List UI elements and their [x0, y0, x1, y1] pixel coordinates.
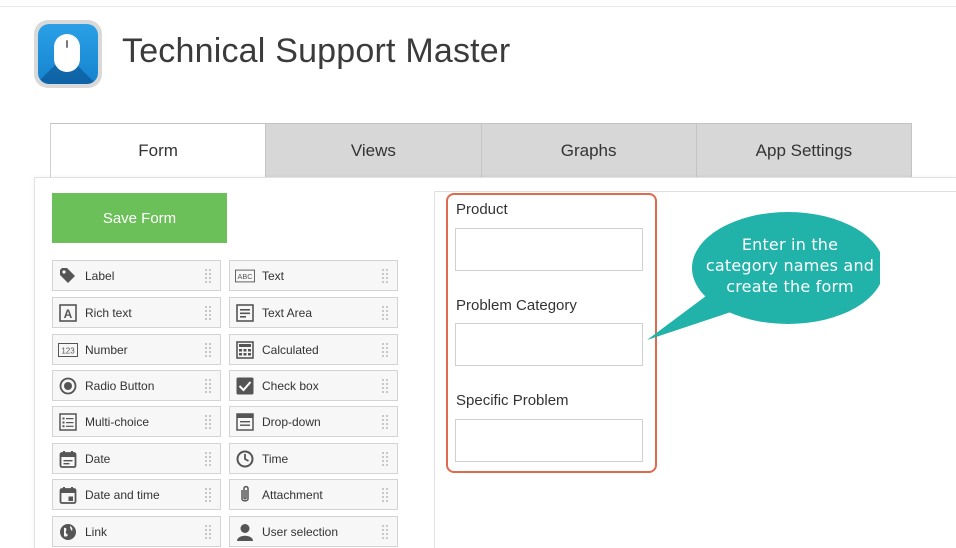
abc-icon: ABC: [235, 266, 255, 286]
palette-item-number[interactable]: 123 Number: [52, 334, 221, 365]
palette-item-label-text: Text: [262, 268, 285, 283]
drag-handle-icon[interactable]: [204, 268, 212, 284]
callout-text: Enter in the category names and create t…: [685, 234, 895, 297]
paperclip-icon: [235, 485, 255, 505]
number-icon: 123: [58, 340, 78, 360]
dropdown-icon: [235, 412, 255, 432]
drag-handle-icon[interactable]: [381, 414, 389, 430]
palette-item-user-selection[interactable]: User selection: [229, 516, 398, 547]
globe-icon: [58, 522, 78, 542]
palette-item-label-text: Rich text: [85, 305, 132, 320]
rich-text-icon: A: [58, 303, 78, 323]
palette-item-label-text: Link: [85, 524, 108, 539]
drag-handle-icon[interactable]: [204, 451, 212, 467]
palette-item-label-text: Drop-down: [262, 414, 321, 429]
palette-item-label-text: Date and time: [85, 487, 160, 502]
palette-item-date-and-time[interactable]: Date and time: [52, 479, 221, 510]
drag-handle-icon[interactable]: [204, 342, 212, 358]
radio-icon: [58, 376, 78, 396]
palette-item-label-text: Check box: [262, 378, 319, 393]
fields-highlight-box: [446, 193, 657, 473]
drag-handle-icon[interactable]: [204, 378, 212, 394]
palette-item-label-text: Label: [85, 268, 115, 283]
drag-handle-icon[interactable]: [381, 342, 389, 358]
tab-form[interactable]: Form: [50, 123, 267, 178]
palette-item-label-text: Radio Button: [85, 378, 155, 393]
svg-text:123: 123: [61, 346, 75, 355]
drag-handle-icon[interactable]: [381, 451, 389, 467]
palette-item-label-text: Text Area: [262, 305, 313, 320]
palette-item-label[interactable]: Label: [52, 260, 221, 291]
clock-icon: [235, 449, 255, 469]
palette-item-attachment[interactable]: Attachment: [229, 479, 398, 510]
tab-graphs[interactable]: Graphs: [481, 123, 697, 178]
calendar-clock-icon: [58, 485, 78, 505]
calculator-icon: [235, 340, 255, 360]
tab-bar: Form Views Graphs App Settings: [50, 123, 912, 178]
callout-line-2: category names and: [705, 256, 875, 275]
calendar-icon: [58, 449, 78, 469]
palette-item-text[interactable]: ABC Text: [229, 260, 398, 291]
save-form-button[interactable]: Save Form: [52, 193, 227, 243]
palette-item-time[interactable]: Time: [229, 443, 398, 474]
drag-handle-icon[interactable]: [204, 305, 212, 321]
palette-item-label-text: Multi-choice: [85, 414, 150, 429]
palette-item-radio-button[interactable]: Radio Button: [52, 370, 221, 401]
drag-handle-icon[interactable]: [381, 268, 389, 284]
text-area-icon: [235, 303, 255, 323]
drag-handle-icon[interactable]: [381, 524, 389, 540]
svg-text:ABC: ABC: [238, 272, 253, 281]
palette-item-link[interactable]: Link: [52, 516, 221, 547]
tag-icon: [58, 266, 78, 286]
callout-line-1: Enter in the: [741, 235, 839, 254]
palette-item-calculated[interactable]: Calculated: [229, 334, 398, 365]
palette-item-rich-text[interactable]: A Rich text: [52, 297, 221, 328]
user-icon: [235, 522, 255, 542]
drag-handle-icon[interactable]: [204, 524, 212, 540]
tab-app-settings[interactable]: App Settings: [696, 123, 912, 178]
drag-handle-icon[interactable]: [204, 414, 212, 430]
tab-views[interactable]: Views: [266, 123, 482, 178]
palette-item-label-text: Time: [262, 451, 289, 466]
app-title: Technical Support Master: [122, 32, 511, 70]
list-icon: [58, 412, 78, 432]
palette-item-text-area[interactable]: Text Area: [229, 297, 398, 328]
palette-item-multi-choice[interactable]: Multi-choice: [52, 406, 221, 437]
drag-handle-icon[interactable]: [381, 378, 389, 394]
palette-item-drop-down[interactable]: Drop-down: [229, 406, 398, 437]
palette-item-label-text: Date: [85, 451, 111, 466]
top-strip: [0, 0, 956, 7]
drag-handle-icon[interactable]: [204, 487, 212, 503]
palette-item-check-box[interactable]: Check box: [229, 370, 398, 401]
callout-line-3: create the form: [726, 277, 854, 296]
palette-item-label-text: Attachment: [262, 487, 323, 502]
drag-handle-icon[interactable]: [381, 305, 389, 321]
palette-item-label-text: Calculated: [262, 342, 319, 357]
checkbox-icon: [235, 376, 255, 396]
palette-item-date[interactable]: Date: [52, 443, 221, 474]
app-logo-icon: [34, 20, 102, 88]
svg-text:A: A: [64, 307, 73, 321]
drag-handle-icon[interactable]: [381, 487, 389, 503]
palette-item-label-text: Number: [85, 342, 128, 357]
palette-item-label-text: User selection: [262, 524, 339, 539]
